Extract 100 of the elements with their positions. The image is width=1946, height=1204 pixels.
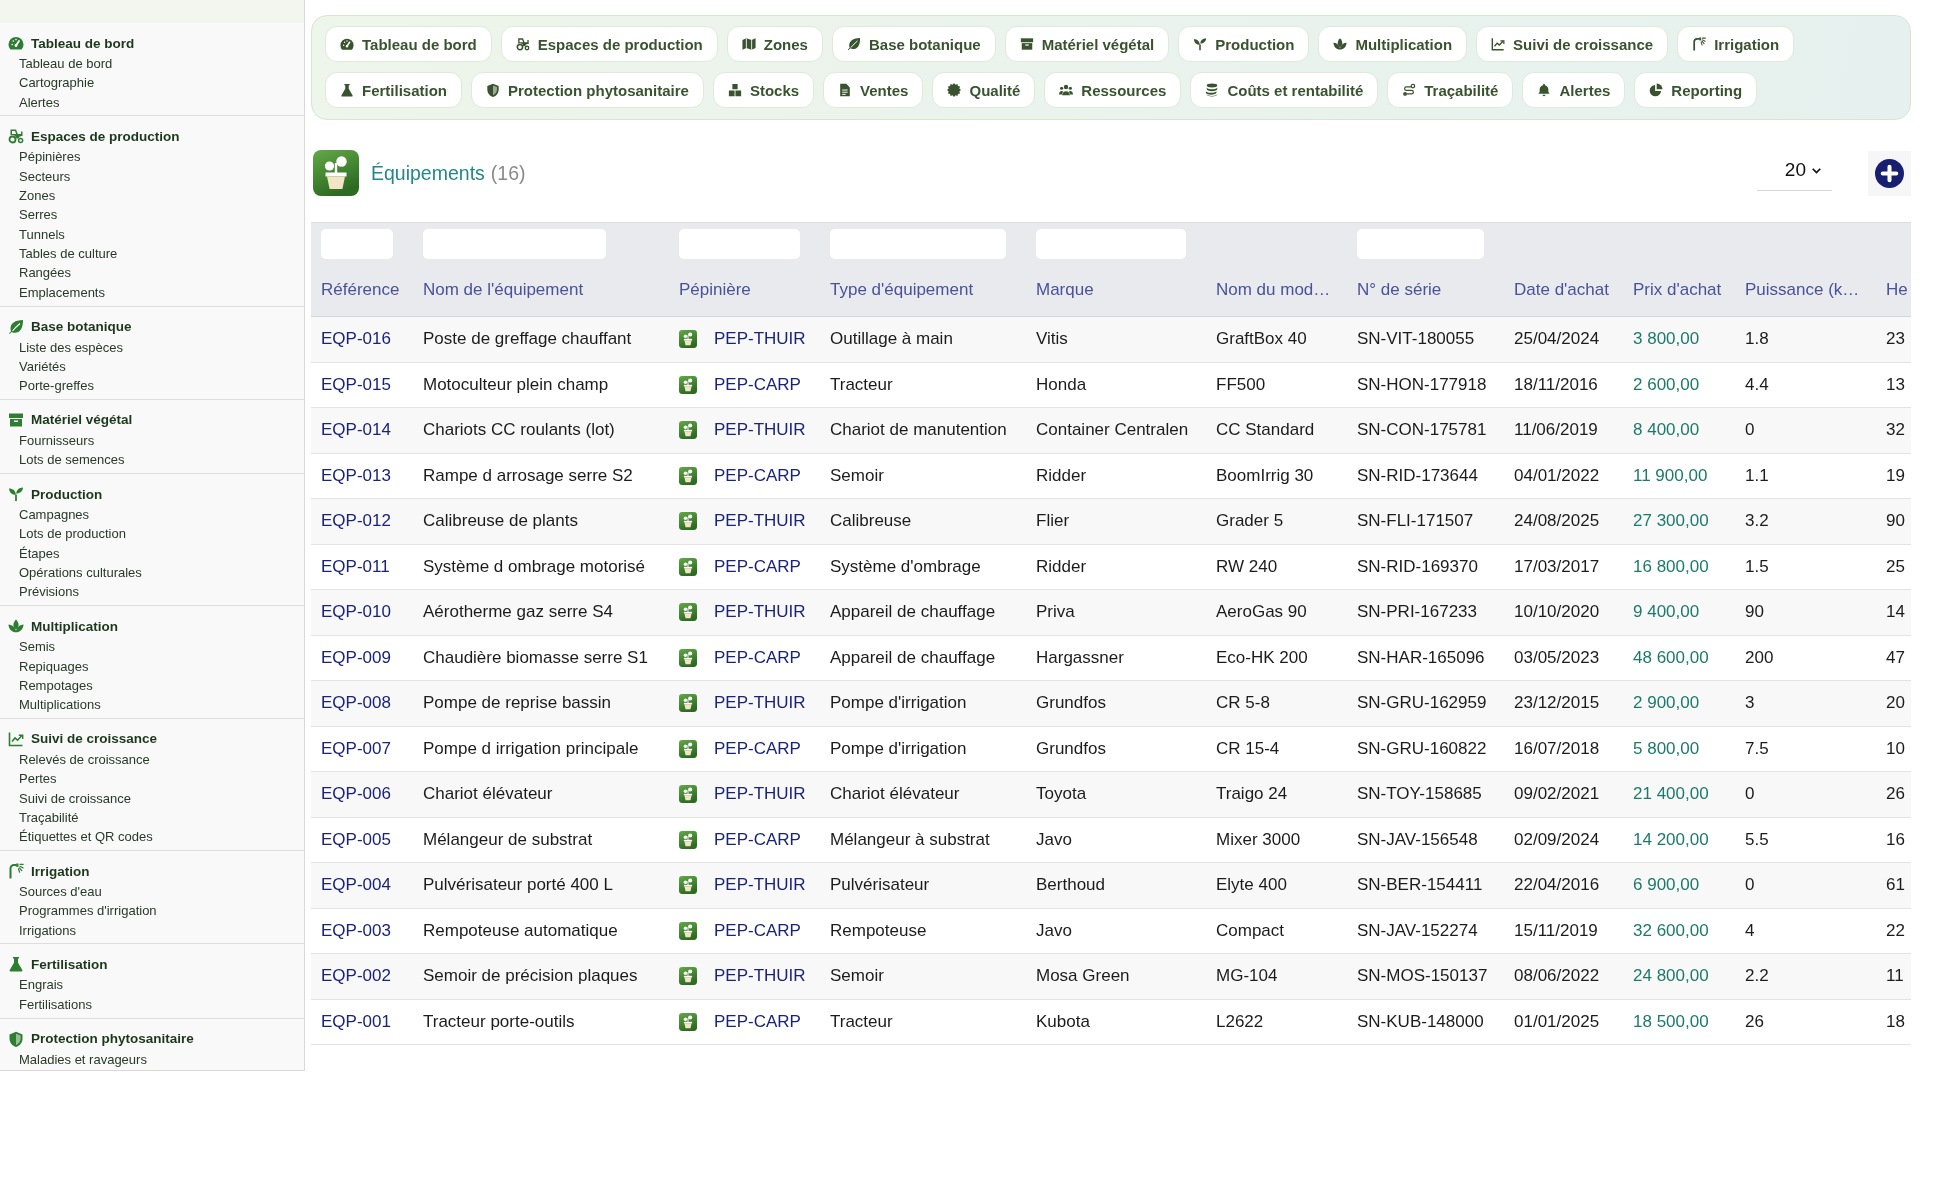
column-header[interactable]: Prix d'achat	[1633, 280, 1725, 300]
sidebar-item[interactable]: Multiplications	[0, 695, 304, 715]
sidebar-item[interactable]: Tableau de bord	[0, 54, 304, 74]
reference-link[interactable]: EQP-015	[321, 374, 391, 394]
sidebar-item[interactable]: Traçabilité	[0, 807, 304, 828]
nursery-link[interactable]: PEP-CARP	[714, 738, 801, 759]
reference-link[interactable]: EQP-001	[321, 1011, 391, 1031]
sidebar-item[interactable]: Suivi de croissance	[0, 788, 304, 808]
sidebar-item[interactable]: Campagnes	[0, 505, 304, 525]
nav-button[interactable]: Ressources	[1044, 72, 1182, 108]
sidebar-item[interactable]: Lots de production	[0, 524, 304, 544]
sidebar-item[interactable]: Pertes	[0, 769, 304, 789]
sidebar-item[interactable]: Engrais	[0, 975, 304, 995]
sidebar-item[interactable]: Secteurs	[0, 166, 304, 187]
nursery-link[interactable]: PEP-THUIR	[714, 511, 806, 532]
sidebar-item[interactable]: Porte-greffes	[0, 376, 304, 396]
nav-button[interactable]: Zones	[726, 26, 823, 62]
reference-link[interactable]: EQP-003	[321, 920, 391, 940]
nav-button[interactable]: Production	[1178, 26, 1310, 62]
sidebar-item[interactable]: Tunnels	[0, 224, 304, 245]
nav-button[interactable]: Reporting	[1634, 72, 1758, 108]
nursery-link[interactable]: PEP-CARP	[714, 556, 801, 577]
sidebar-item[interactable]: Fertilisations	[0, 994, 304, 1015]
sidebar-item[interactable]: Emplacements	[0, 282, 304, 303]
column-header[interactable]: Pépinière	[679, 280, 810, 300]
sidebar-item[interactable]: Irrigations	[0, 920, 304, 941]
sidebar-item[interactable]: Semis	[0, 637, 304, 657]
sidebar-item[interactable]: Relevés de croissance	[0, 749, 304, 770]
reference-link[interactable]: EQP-002	[321, 966, 391, 986]
sidebar-item[interactable]: Prévisions	[0, 582, 304, 602]
reference-link[interactable]: EQP-005	[321, 829, 391, 849]
sidebar-item[interactable]: Cartographie	[0, 73, 304, 93]
nursery-link[interactable]: PEP-CARP	[714, 829, 801, 850]
sidebar-item[interactable]: Étiquettes et QR codes	[0, 827, 304, 847]
nav-button[interactable]: Fertilisation	[325, 72, 462, 108]
nav-button[interactable]: Traçabilité	[1387, 72, 1514, 108]
reference-link[interactable]: EQP-007	[321, 738, 391, 758]
column-header[interactable]: Puissance (k…	[1745, 280, 1866, 300]
sidebar-item[interactable]: Rangées	[0, 263, 304, 283]
sidebar-item[interactable]: Sources d'eau	[0, 882, 304, 902]
nursery-link[interactable]: PEP-THUIR	[714, 784, 806, 805]
nursery-link[interactable]: PEP-THUIR	[714, 875, 806, 896]
nursery-link[interactable]: PEP-THUIR	[714, 329, 806, 350]
nav-button[interactable]: Espaces de production	[500, 26, 718, 62]
column-header[interactable]: Date d'achat	[1514, 280, 1613, 300]
nav-button[interactable]: Tableau de bord	[325, 26, 492, 62]
sidebar-item[interactable]: Fournisseurs	[0, 431, 304, 451]
sidebar-item[interactable]: Opérations culturales	[0, 563, 304, 583]
column-header[interactable]: Référence	[321, 280, 403, 300]
sidebar-item[interactable]: Repiquages	[0, 656, 304, 676]
nav-button[interactable]: Multiplication	[1318, 26, 1468, 62]
sidebar-item[interactable]: Variétés	[0, 356, 304, 377]
nursery-link[interactable]: PEP-CARP	[714, 465, 801, 486]
sidebar-item[interactable]: Alertes	[0, 92, 304, 113]
nav-button[interactable]: Suivi de croissance	[1476, 26, 1669, 62]
nursery-link[interactable]: PEP-THUIR	[714, 420, 806, 441]
sidebar-item[interactable]: Serres	[0, 205, 304, 225]
sidebar-item[interactable]: Pépinières	[0, 147, 304, 167]
nav-button[interactable]: Matériel végétal	[1004, 26, 1170, 62]
nav-button[interactable]: Protection phytosanitaire	[471, 72, 704, 108]
column-header[interactable]: Marque	[1036, 280, 1196, 300]
sidebar-item[interactable]: Lots de semences	[0, 450, 304, 470]
reference-link[interactable]: EQP-016	[321, 329, 391, 349]
nav-button[interactable]: Stocks	[712, 72, 815, 108]
reference-link[interactable]: EQP-011	[321, 556, 390, 576]
reference-link[interactable]: EQP-014	[321, 420, 391, 440]
column-header[interactable]: Nom du mod…	[1216, 280, 1337, 300]
column-header[interactable]: Nom de l'équipement	[423, 280, 659, 300]
nav-button[interactable]: Ventes	[823, 72, 924, 108]
nav-button[interactable]: Qualité	[932, 72, 1036, 108]
sidebar-item[interactable]: Zones	[0, 186, 304, 206]
sidebar-item[interactable]: Liste des espèces	[0, 337, 304, 357]
nursery-link[interactable]: PEP-CARP	[714, 374, 801, 395]
nursery-link[interactable]: PEP-THUIR	[714, 966, 806, 987]
sidebar-item[interactable]: Programmes d'irrigation	[0, 901, 304, 921]
sidebar-item[interactable]: Tables de culture	[0, 244, 304, 264]
nursery-link[interactable]: PEP-CARP	[714, 920, 801, 941]
reference-link[interactable]: EQP-010	[321, 602, 391, 622]
column-header[interactable]: Type d'équipement	[830, 280, 1016, 300]
sidebar-item[interactable]: Étapes	[0, 543, 304, 564]
reference-link[interactable]: EQP-006	[321, 784, 391, 804]
add-button[interactable]	[1868, 150, 1911, 196]
column-header[interactable]: He	[1886, 280, 1911, 300]
reference-link[interactable]: EQP-012	[321, 511, 391, 531]
page-size-select[interactable]: 20	[1756, 155, 1832, 191]
nursery-link[interactable]: PEP-CARP	[714, 647, 801, 668]
nav-button[interactable]: Alertes	[1522, 72, 1626, 108]
column-header[interactable]: N° de série	[1357, 280, 1494, 300]
nav-button[interactable]: Irrigation	[1677, 26, 1795, 62]
nursery-link[interactable]: PEP-THUIR	[714, 693, 806, 714]
nav-button[interactable]: Base botanique	[831, 26, 996, 62]
reference-link[interactable]: EQP-013	[321, 465, 391, 485]
reference-link[interactable]: EQP-009	[321, 647, 391, 667]
nursery-link[interactable]: PEP-THUIR	[714, 602, 806, 623]
reference-link[interactable]: EQP-004	[321, 875, 391, 895]
nursery-link[interactable]: PEP-CARP	[714, 1011, 801, 1032]
reference-link[interactable]: EQP-008	[321, 693, 391, 713]
sidebar-item[interactable]: Rempotages	[0, 675, 304, 696]
sidebar-item[interactable]: Maladies et ravageurs	[0, 1049, 304, 1069]
nav-button[interactable]: Coûts et rentabilité	[1190, 72, 1379, 108]
